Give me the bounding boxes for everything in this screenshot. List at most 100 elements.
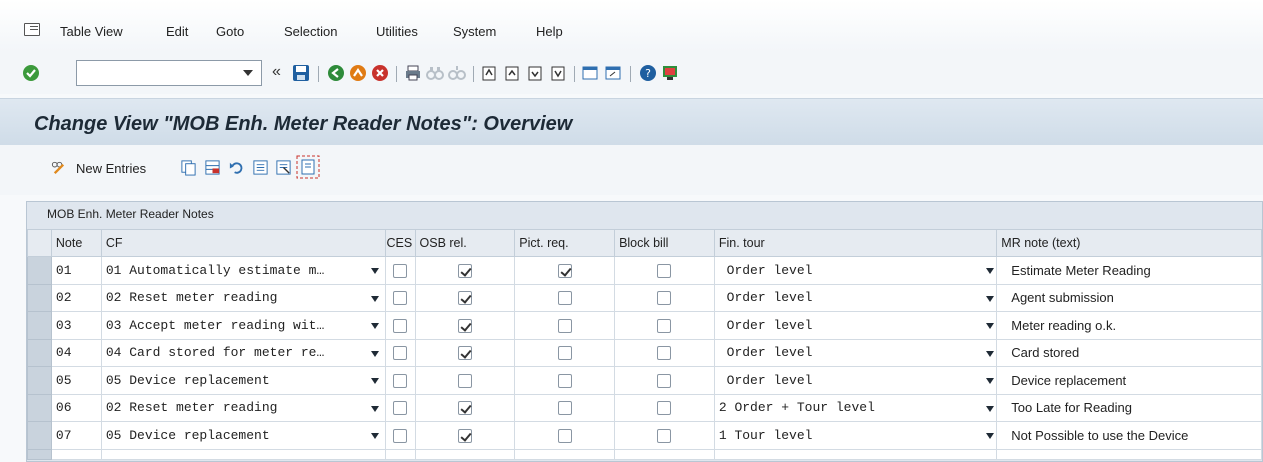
column-header-osb-rel[interactable]: OSB rel.: [414, 229, 516, 257]
column-header-note[interactable]: Note: [50, 229, 102, 257]
back-icon[interactable]: [327, 64, 345, 82]
chevron-down-icon[interactable]: [370, 378, 379, 384]
new-entries-button[interactable]: New Entries: [76, 161, 146, 176]
ces-checkbox[interactable]: [393, 346, 408, 361]
previous-page-icon[interactable]: [503, 64, 521, 82]
ces-checkbox[interactable]: [393, 318, 408, 333]
block-bill-checkbox[interactable]: [657, 318, 672, 333]
print-icon[interactable]: [404, 64, 422, 82]
new-session-icon[interactable]: [581, 64, 599, 82]
menu-goto[interactable]: Goto: [216, 24, 244, 39]
exit-icon[interactable]: [349, 64, 367, 82]
chevron-down-icon[interactable]: [986, 323, 995, 329]
shortcut-icon[interactable]: [604, 64, 622, 82]
fin-tour-dropdown[interactable]: Order level: [713, 256, 998, 285]
cf-dropdown[interactable]: 03 Accept meter reading wit…: [100, 311, 386, 340]
empty-cell[interactable]: [50, 448, 102, 460]
cf-dropdown[interactable]: 02 Reset meter reading: [100, 393, 386, 422]
menu-icon[interactable]: [24, 23, 40, 36]
empty-cell[interactable]: [713, 448, 998, 460]
first-page-icon[interactable]: [480, 64, 498, 82]
cancel-icon[interactable]: [371, 64, 389, 82]
cf-dropdown[interactable]: 04 Card stored for meter re…: [100, 338, 386, 367]
menu-utilities[interactable]: Utilities: [376, 24, 418, 39]
column-header-block-bill[interactable]: Block bill: [614, 229, 715, 257]
row-selector[interactable]: [27, 311, 52, 340]
chevron-down-icon[interactable]: [370, 323, 379, 329]
pict-req-checkbox[interactable]: [557, 318, 572, 333]
pict-req-checkbox[interactable]: [557, 346, 572, 361]
menu-help[interactable]: Help: [536, 24, 563, 39]
column-header-pict-req[interactable]: Pict. req.: [514, 229, 616, 257]
block-bill-checkbox[interactable]: [657, 428, 672, 443]
select-block-icon[interactable]: [275, 159, 292, 176]
ces-checkbox[interactable]: [393, 373, 408, 388]
column-header-cf[interactable]: CF: [100, 229, 386, 257]
fin-tour-dropdown[interactable]: 2 Order + Tour level: [713, 393, 998, 422]
row-selector[interactable]: [27, 421, 52, 450]
fin-tour-dropdown[interactable]: Order level: [713, 338, 998, 367]
ces-checkbox[interactable]: [393, 401, 408, 416]
column-header-fin-tour[interactable]: Fin. tour: [713, 229, 998, 257]
ces-checkbox[interactable]: [393, 291, 408, 306]
select-all-column[interactable]: [27, 229, 52, 257]
select-all-icon[interactable]: [252, 159, 269, 176]
empty-cell[interactable]: [514, 448, 616, 460]
collapse-icon[interactable]: «: [272, 63, 281, 81]
last-page-icon[interactable]: [549, 64, 567, 82]
chevron-down-icon[interactable]: [370, 350, 379, 357]
cf-dropdown[interactable]: 05 Device replacement: [100, 366, 386, 395]
note-cell[interactable]: 02: [50, 283, 102, 312]
chevron-down-icon[interactable]: [986, 378, 995, 384]
osb-rel-checkbox[interactable]: [457, 263, 472, 278]
osb-rel-checkbox[interactable]: [457, 373, 472, 388]
row-selector[interactable]: [27, 283, 52, 312]
cf-dropdown[interactable]: 02 Reset meter reading: [100, 283, 386, 312]
osb-rel-checkbox[interactable]: [457, 346, 472, 361]
osb-rel-checkbox[interactable]: [457, 428, 472, 443]
empty-cell[interactable]: [614, 448, 715, 460]
deselect-all-icon[interactable]: [296, 155, 320, 179]
menu-table-view[interactable]: Table View: [60, 24, 123, 39]
chevron-down-icon[interactable]: [986, 350, 995, 357]
osb-rel-checkbox[interactable]: [457, 291, 472, 306]
chevron-down-icon[interactable]: [370, 433, 379, 439]
osb-rel-checkbox[interactable]: [457, 401, 472, 416]
chevron-down-icon[interactable]: [370, 268, 379, 274]
chevron-down-icon[interactable]: [370, 405, 379, 412]
delete-icon[interactable]: [204, 159, 221, 176]
fin-tour-dropdown[interactable]: 1 Tour level: [713, 421, 998, 450]
column-header-ces[interactable]: CES: [384, 229, 416, 257]
row-selector[interactable]: [27, 256, 52, 285]
block-bill-checkbox[interactable]: [657, 263, 672, 278]
layout-menu-icon[interactable]: [661, 64, 679, 82]
copy-as-icon[interactable]: [180, 159, 197, 176]
empty-cell[interactable]: [384, 448, 416, 460]
cf-dropdown[interactable]: 01 Automatically estimate m…: [100, 256, 386, 285]
menu-selection[interactable]: Selection: [284, 24, 337, 39]
note-cell[interactable]: 07: [50, 421, 102, 450]
undo-change-icon[interactable]: [228, 159, 245, 176]
block-bill-checkbox[interactable]: [657, 346, 672, 361]
empty-cell[interactable]: [414, 448, 516, 460]
command-field[interactable]: [76, 60, 262, 86]
chevron-down-icon[interactable]: [986, 405, 995, 412]
pict-req-checkbox[interactable]: [557, 263, 572, 278]
cf-dropdown[interactable]: 05 Device replacement: [100, 421, 386, 450]
chevron-down-icon[interactable]: [370, 295, 379, 302]
ces-checkbox[interactable]: [393, 263, 408, 278]
row-selector[interactable]: [27, 448, 52, 460]
confirm-icon[interactable]: [22, 64, 40, 82]
chevron-down-icon[interactable]: [243, 70, 253, 76]
ces-checkbox[interactable]: [393, 428, 408, 443]
fin-tour-dropdown[interactable]: Order level: [713, 311, 998, 340]
block-bill-checkbox[interactable]: [657, 401, 672, 416]
pict-req-checkbox[interactable]: [557, 291, 572, 306]
note-cell[interactable]: 04: [50, 338, 102, 367]
pict-req-checkbox[interactable]: [557, 373, 572, 388]
empty-cell[interactable]: [996, 448, 1262, 460]
chevron-down-icon[interactable]: [986, 268, 995, 274]
fin-tour-dropdown[interactable]: Order level: [713, 283, 998, 312]
pict-req-checkbox[interactable]: [557, 428, 572, 443]
empty-cell[interactable]: [100, 448, 386, 460]
